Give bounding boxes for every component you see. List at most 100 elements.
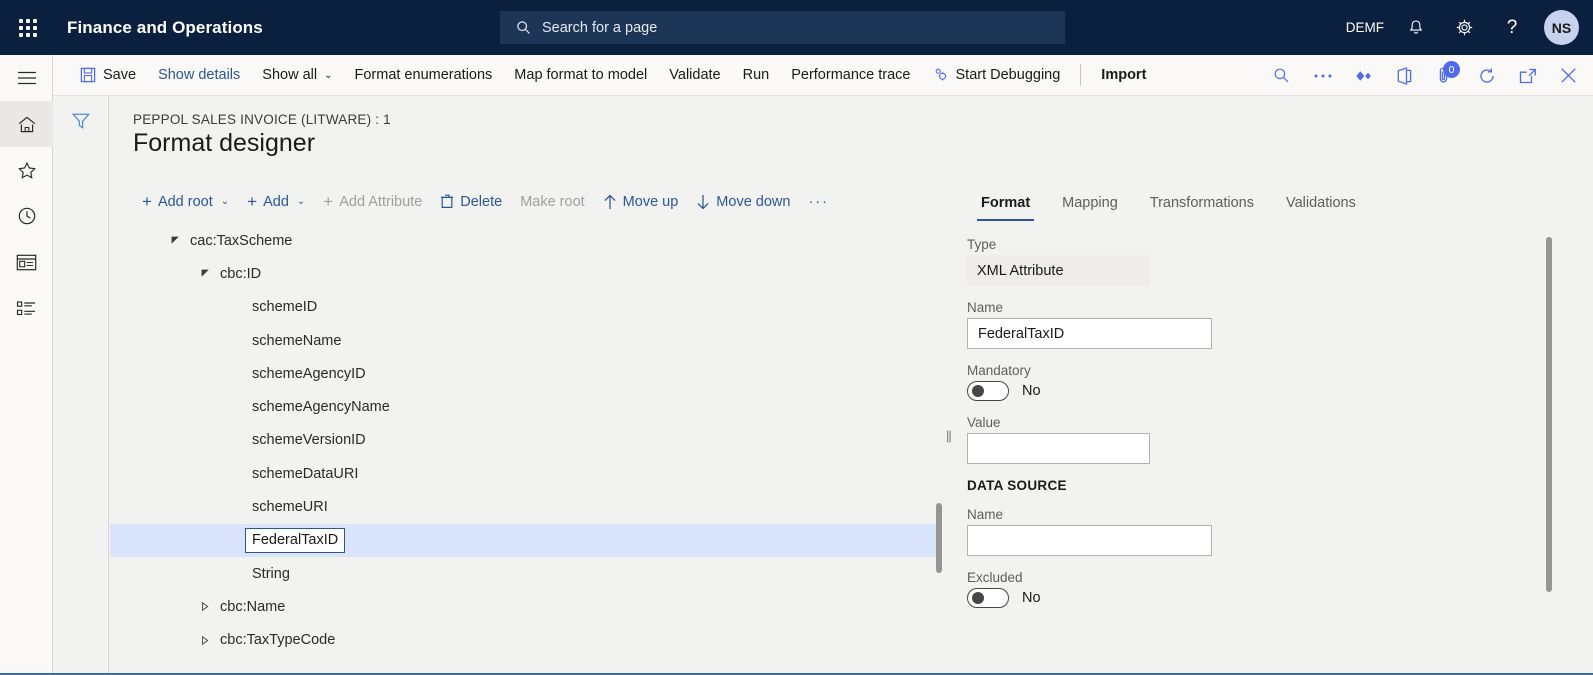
debug-gear-icon [933, 67, 949, 83]
tab-transformations[interactable]: Transformations [1134, 183, 1270, 223]
twisty-expanded-icon[interactable] [192, 269, 218, 278]
data-source-name-input[interactable] [967, 525, 1212, 556]
tree-node-label: cbc:ID [220, 265, 262, 282]
close-x-icon[interactable] [1548, 55, 1589, 96]
show-details-button[interactable]: Show details [147, 55, 251, 96]
tree-row[interactable]: schemeID [110, 291, 940, 324]
left-navigation-rail [0, 55, 53, 675]
ellipsis-icon[interactable] [1302, 55, 1343, 96]
tree-node-label: schemeID [252, 299, 318, 316]
bell-icon[interactable] [1392, 0, 1440, 55]
map-format-to-model-button[interactable]: Map format to model [503, 55, 658, 96]
tab-validations[interactable]: Validations [1270, 183, 1372, 223]
twisty-expanded-icon[interactable] [162, 236, 188, 245]
question-mark-icon[interactable]: ? [1488, 0, 1536, 55]
save-button[interactable]: Save [69, 55, 147, 96]
tree-row[interactable]: schemeDataURI [110, 457, 940, 490]
filter-funnel-icon[interactable] [53, 112, 109, 130]
tree-row[interactable]: cbc:ID [110, 257, 940, 290]
command-bar: Save Show details Show all ⌄ Format enum… [53, 55, 1593, 96]
start-debugging-button[interactable]: Start Debugging [922, 55, 1072, 96]
twisty-collapsed-icon[interactable] [192, 635, 218, 645]
tree-node-label: cac:TaxScheme [190, 232, 293, 249]
validate-button[interactable]: Validate [658, 55, 731, 96]
move-up-button[interactable]: Move up [594, 183, 688, 220]
filter-pane [53, 96, 109, 675]
show-all-label: Show all [262, 67, 318, 83]
value-input[interactable] [967, 433, 1150, 464]
open-in-new-window-icon[interactable] [1507, 55, 1548, 96]
excluded-toggle[interactable] [967, 588, 1009, 608]
tree-row[interactable]: cbc:Name [110, 590, 940, 623]
tree-vertical-scrollbar[interactable] [936, 503, 942, 573]
tab-mapping[interactable]: Mapping [1046, 183, 1134, 223]
name-label: Name [967, 300, 1004, 315]
tree-row[interactable]: String [110, 557, 940, 590]
star-icon[interactable] [0, 147, 53, 193]
tree-node-label: String [252, 565, 290, 582]
delete-button[interactable]: Delete [431, 183, 511, 220]
move-down-label: Move down [716, 193, 791, 210]
tree-row[interactable]: cbc:TaxTypeCode [110, 624, 940, 657]
tree-row[interactable]: schemeName [110, 324, 940, 357]
office-open-icon[interactable] [1384, 55, 1425, 96]
clock-icon[interactable] [0, 193, 53, 239]
tree-row[interactable]: schemeVersionID [110, 424, 940, 457]
add-button[interactable]: + Add ⌄ [238, 183, 314, 220]
map-format-to-model-label: Map format to model [514, 67, 648, 83]
app-launcher-icon[interactable] [0, 0, 55, 55]
attachment-icon[interactable]: 0 [1425, 55, 1466, 96]
save-disk-icon [80, 67, 96, 83]
properties-tabs: Format Mapping Transformations Validations [955, 183, 1593, 223]
show-all-dropdown[interactable]: Show all ⌄ [251, 55, 343, 96]
diamond-relations-icon[interactable] [1343, 55, 1384, 96]
add-attribute-button: + Add Attribute [314, 183, 431, 220]
global-search-input[interactable]: Search for a page [500, 11, 1065, 44]
name-input[interactable]: FederalTaxID [967, 318, 1212, 349]
performance-trace-button[interactable]: Performance trace [780, 55, 921, 96]
designer-overflow-button[interactable]: ··· [799, 183, 838, 220]
app-title: Finance and Operations [67, 17, 263, 37]
run-button[interactable]: Run [732, 55, 781, 96]
home-icon[interactable] [0, 101, 53, 147]
tree-row[interactable]: schemeAgencyName [110, 390, 940, 423]
refresh-icon[interactable] [1466, 55, 1507, 96]
search-icon[interactable] [1261, 55, 1302, 96]
tree-node-label: cbc:Name [220, 598, 286, 615]
make-root-label: Make root [520, 193, 585, 210]
tree-node-name-editor[interactable]: FederalTaxID [245, 527, 346, 553]
tab-format[interactable]: Format [965, 183, 1046, 223]
panel-splitter-handle[interactable]: || [946, 428, 952, 443]
add-attribute-label: Add Attribute [339, 193, 423, 210]
performance-trace-label: Performance trace [791, 67, 911, 83]
hamburger-icon[interactable] [0, 55, 53, 101]
import-button[interactable]: Import [1090, 55, 1157, 96]
gear-icon[interactable] [1440, 0, 1488, 55]
value-label: Value [967, 415, 1001, 430]
move-down-button[interactable]: Move down [687, 183, 799, 220]
workspace-icon[interactable] [0, 239, 53, 285]
avatar[interactable]: NS [1544, 10, 1579, 45]
plus-icon: + [247, 192, 258, 211]
tree-row[interactable]: schemeURI [110, 490, 940, 523]
properties-vertical-scrollbar[interactable] [1546, 237, 1552, 592]
tree-row[interactable]: schemeAgencyID [110, 357, 940, 390]
excluded-toggle-row: No [967, 588, 1593, 608]
mandatory-label: Mandatory [967, 363, 1031, 378]
format-tree[interactable]: cac:TaxScheme cbc:ID schemeID schemeName sch… [110, 224, 940, 675]
add-root-button[interactable]: + Add root ⌄ [133, 183, 238, 220]
mandatory-toggle[interactable] [967, 381, 1009, 401]
tree-row[interactable]: cac:TaxScheme [110, 224, 940, 257]
list-icon[interactable] [0, 285, 53, 331]
tree-node-label: schemeName [252, 332, 342, 349]
search-icon [516, 20, 531, 35]
format-enumerations-button[interactable]: Format enumerations [343, 55, 503, 96]
company-selector[interactable]: DEMF [1338, 0, 1392, 55]
trash-icon [440, 194, 454, 209]
tree-row[interactable]: FederalTaxID [110, 523, 940, 557]
format-enumerations-label: Format enumerations [354, 67, 493, 83]
validate-label: Validate [669, 67, 721, 83]
breadcrumb: PEPPOL SALES INVOICE (LITWARE) : 1 [133, 112, 391, 127]
twisty-collapsed-icon[interactable] [192, 602, 218, 612]
page-header: PEPPOL SALES INVOICE (LITWARE) : 1 Forma… [110, 96, 1593, 176]
